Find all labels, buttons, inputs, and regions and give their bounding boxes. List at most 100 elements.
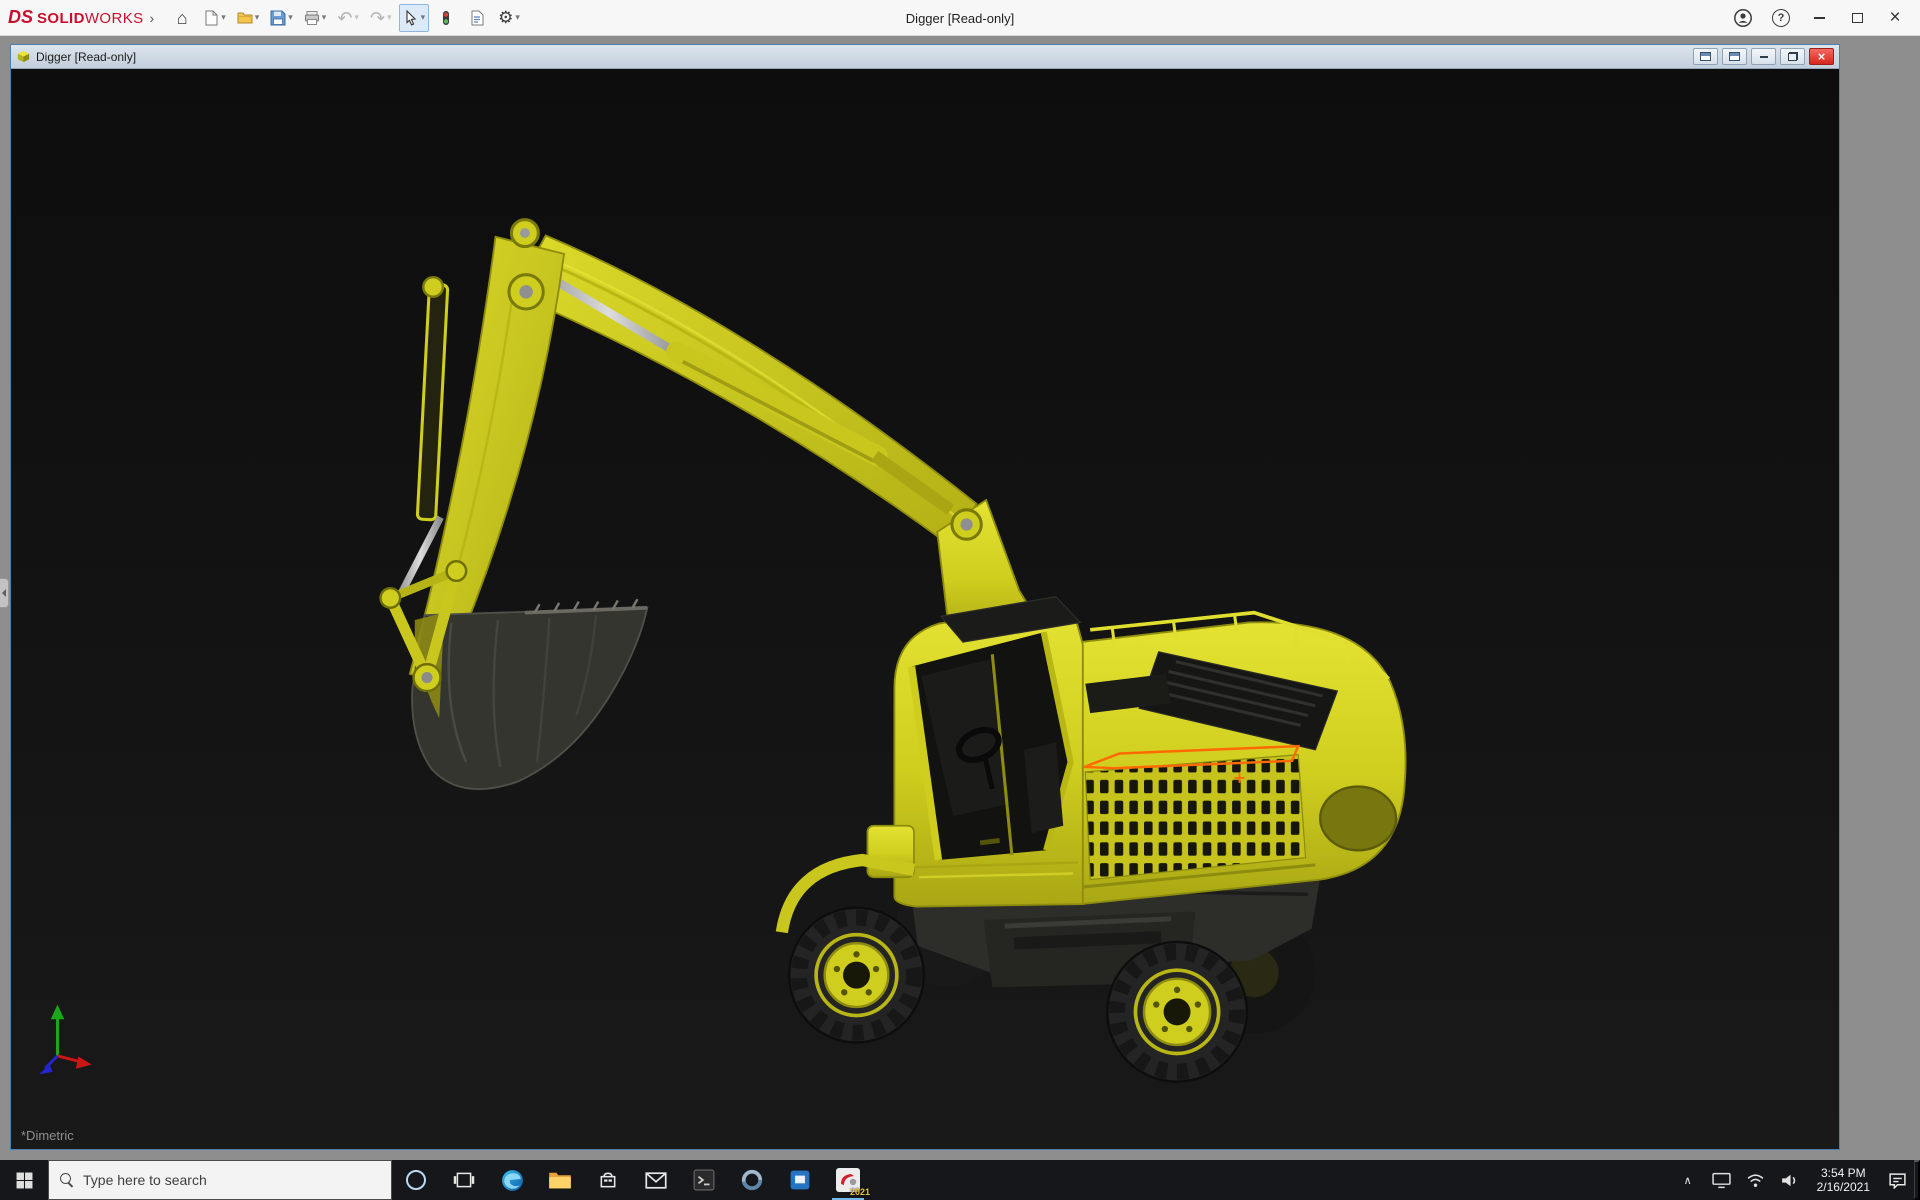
- rear-window[interactable]: [1320, 787, 1396, 851]
- open-button[interactable]: ▾: [233, 4, 264, 32]
- terminal-app-button[interactable]: [680, 1160, 728, 1200]
- view-orientation-label: *Dimetric: [21, 1128, 74, 1143]
- help-icon: ?: [1772, 9, 1790, 27]
- show-desktop-button[interactable]: [1914, 1160, 1920, 1200]
- dropdown-arrow-icon[interactable]: ▾: [322, 12, 327, 23]
- excavator-model[interactable]: [11, 69, 1839, 1149]
- graphics-viewport[interactable]: *Dimetric: [11, 69, 1839, 1149]
- doc-close-button[interactable]: ×: [1809, 48, 1834, 65]
- doc-window-tile-button[interactable]: [1722, 48, 1747, 65]
- y-axis-arrow: [51, 1005, 64, 1020]
- new-document-icon: [203, 10, 219, 26]
- file-properties-button[interactable]: [463, 4, 491, 32]
- app-minimize-button[interactable]: [1802, 4, 1836, 32]
- microsoft-store-button[interactable]: [584, 1160, 632, 1200]
- taskbar-clock[interactable]: 3:54 PM 2/16/2021: [1807, 1160, 1880, 1200]
- solidworks-logo-solid: SOLID: [37, 10, 85, 27]
- open-folder-icon: [237, 10, 253, 26]
- cortana-button[interactable]: [392, 1160, 440, 1200]
- dropdown-arrow-icon[interactable]: ▾: [255, 12, 260, 23]
- help-button[interactable]: ?: [1764, 4, 1798, 32]
- print-button[interactable]: ▾: [300, 4, 331, 32]
- rear-wheel[interactable]: [1107, 942, 1246, 1082]
- tray-network-button[interactable]: [1739, 1160, 1773, 1200]
- dropdown-arrow-icon: ▾: [387, 12, 392, 23]
- start-button[interactable]: [0, 1160, 48, 1200]
- doc-window-switch-button[interactable]: [1693, 48, 1718, 65]
- assembly-document-icon: [16, 49, 31, 64]
- edrawings-icon: [741, 1169, 763, 1191]
- home-button[interactable]: ⌂: [168, 4, 196, 32]
- front-wheel[interactable]: [789, 908, 924, 1043]
- tray-overflow-button[interactable]: ∧: [1671, 1160, 1705, 1200]
- bucket[interactable]: [412, 599, 647, 789]
- solidworks-version-badge: 2021: [850, 1187, 870, 1197]
- save-button[interactable]: ▾: [266, 4, 297, 32]
- blue-app-icon: [789, 1169, 811, 1191]
- doc-restore-button[interactable]: [1780, 48, 1805, 65]
- cab[interactable]: [894, 597, 1082, 907]
- app-titlebar: DSSOLIDWORKS › ⌂ ▾ ▾ ▾ ▾: [0, 0, 1920, 36]
- task-view-icon: [453, 1171, 475, 1189]
- file-explorer-button[interactable]: [536, 1160, 584, 1200]
- app-maximize-button[interactable]: [1840, 4, 1874, 32]
- system-tray: ∧ 3:54 PM 2/16/2021: [1671, 1160, 1920, 1200]
- action-center-button[interactable]: [1880, 1160, 1914, 1200]
- document-title: Digger [Read-only]: [36, 50, 136, 64]
- close-icon: ×: [1818, 50, 1826, 63]
- undo-button[interactable]: ↶ ▾: [333, 4, 363, 32]
- solidworks-logo: DSSOLIDWORKS: [8, 7, 144, 28]
- document-window: Digger [Read-only] ×: [10, 44, 1840, 1150]
- save-icon: [270, 10, 286, 26]
- edrawings-button[interactable]: [728, 1160, 776, 1200]
- featuremanager-collapsed-tab[interactable]: [0, 578, 9, 608]
- home-icon: ⌂: [177, 9, 188, 27]
- options-gear-icon: ⚙: [498, 9, 513, 26]
- close-icon: ×: [1889, 8, 1900, 27]
- search-input[interactable]: [83, 1172, 380, 1188]
- select-tool-button[interactable]: ▾: [399, 4, 430, 32]
- action-center-icon: [1888, 1172, 1907, 1189]
- user-account-icon: [1733, 8, 1753, 28]
- search-icon: [60, 1173, 74, 1187]
- app-close-button[interactable]: ×: [1878, 4, 1912, 32]
- orientation-triad: [39, 1005, 92, 1075]
- print-icon: [304, 10, 320, 26]
- minimize-icon: [1760, 56, 1768, 58]
- mail-button[interactable]: [632, 1160, 680, 1200]
- menu-expand-chevron-icon[interactable]: ›: [150, 10, 155, 26]
- redo-button[interactable]: ↷ ▾: [366, 4, 396, 32]
- solidworks-logo-works: WORKS: [85, 10, 144, 27]
- clock-time: 3:54 PM: [1821, 1166, 1866, 1180]
- new-document-button[interactable]: ▾: [199, 4, 230, 32]
- rebuild-button[interactable]: [432, 4, 460, 32]
- login-account-button[interactable]: [1726, 4, 1760, 32]
- task-view-button[interactable]: [440, 1160, 488, 1200]
- undo-icon: ↶: [337, 9, 352, 27]
- solidworks-app-button[interactable]: 2021: [824, 1160, 872, 1200]
- doc-minimize-button[interactable]: [1751, 48, 1776, 65]
- tray-volume-button[interactable]: [1773, 1160, 1807, 1200]
- quick-access-toolbar: ⌂ ▾ ▾ ▾ ▾ ↶ ▾ ↷: [168, 4, 524, 32]
- dropdown-arrow-icon[interactable]: ▾: [221, 12, 226, 23]
- network-wifi-icon: [1746, 1173, 1765, 1188]
- taskbar-search[interactable]: [48, 1160, 392, 1200]
- options-button[interactable]: ⚙ ▾: [494, 4, 524, 32]
- document-window-controls: ×: [1693, 48, 1834, 65]
- blue-app-button[interactable]: [776, 1160, 824, 1200]
- restore-icon: [1788, 52, 1798, 61]
- clock-date: 2/16/2021: [1817, 1180, 1870, 1194]
- edge-browser-button[interactable]: [488, 1160, 536, 1200]
- terminal-icon: [693, 1169, 715, 1191]
- dropdown-arrow-icon[interactable]: ▾: [421, 12, 426, 23]
- dropdown-arrow-icon[interactable]: ▾: [515, 12, 520, 23]
- file-explorer-icon: [548, 1170, 572, 1190]
- file-properties-icon: [469, 10, 485, 26]
- display-icon: [1712, 1172, 1731, 1189]
- document-titlebar[interactable]: Digger [Read-only] ×: [11, 45, 1839, 69]
- dropdown-arrow-icon[interactable]: ▾: [288, 12, 293, 23]
- tray-display-button[interactable]: [1705, 1160, 1739, 1200]
- edge-browser-icon: [500, 1168, 525, 1193]
- store-icon: [598, 1170, 618, 1190]
- engine-housing[interactable]: [1080, 613, 1405, 904]
